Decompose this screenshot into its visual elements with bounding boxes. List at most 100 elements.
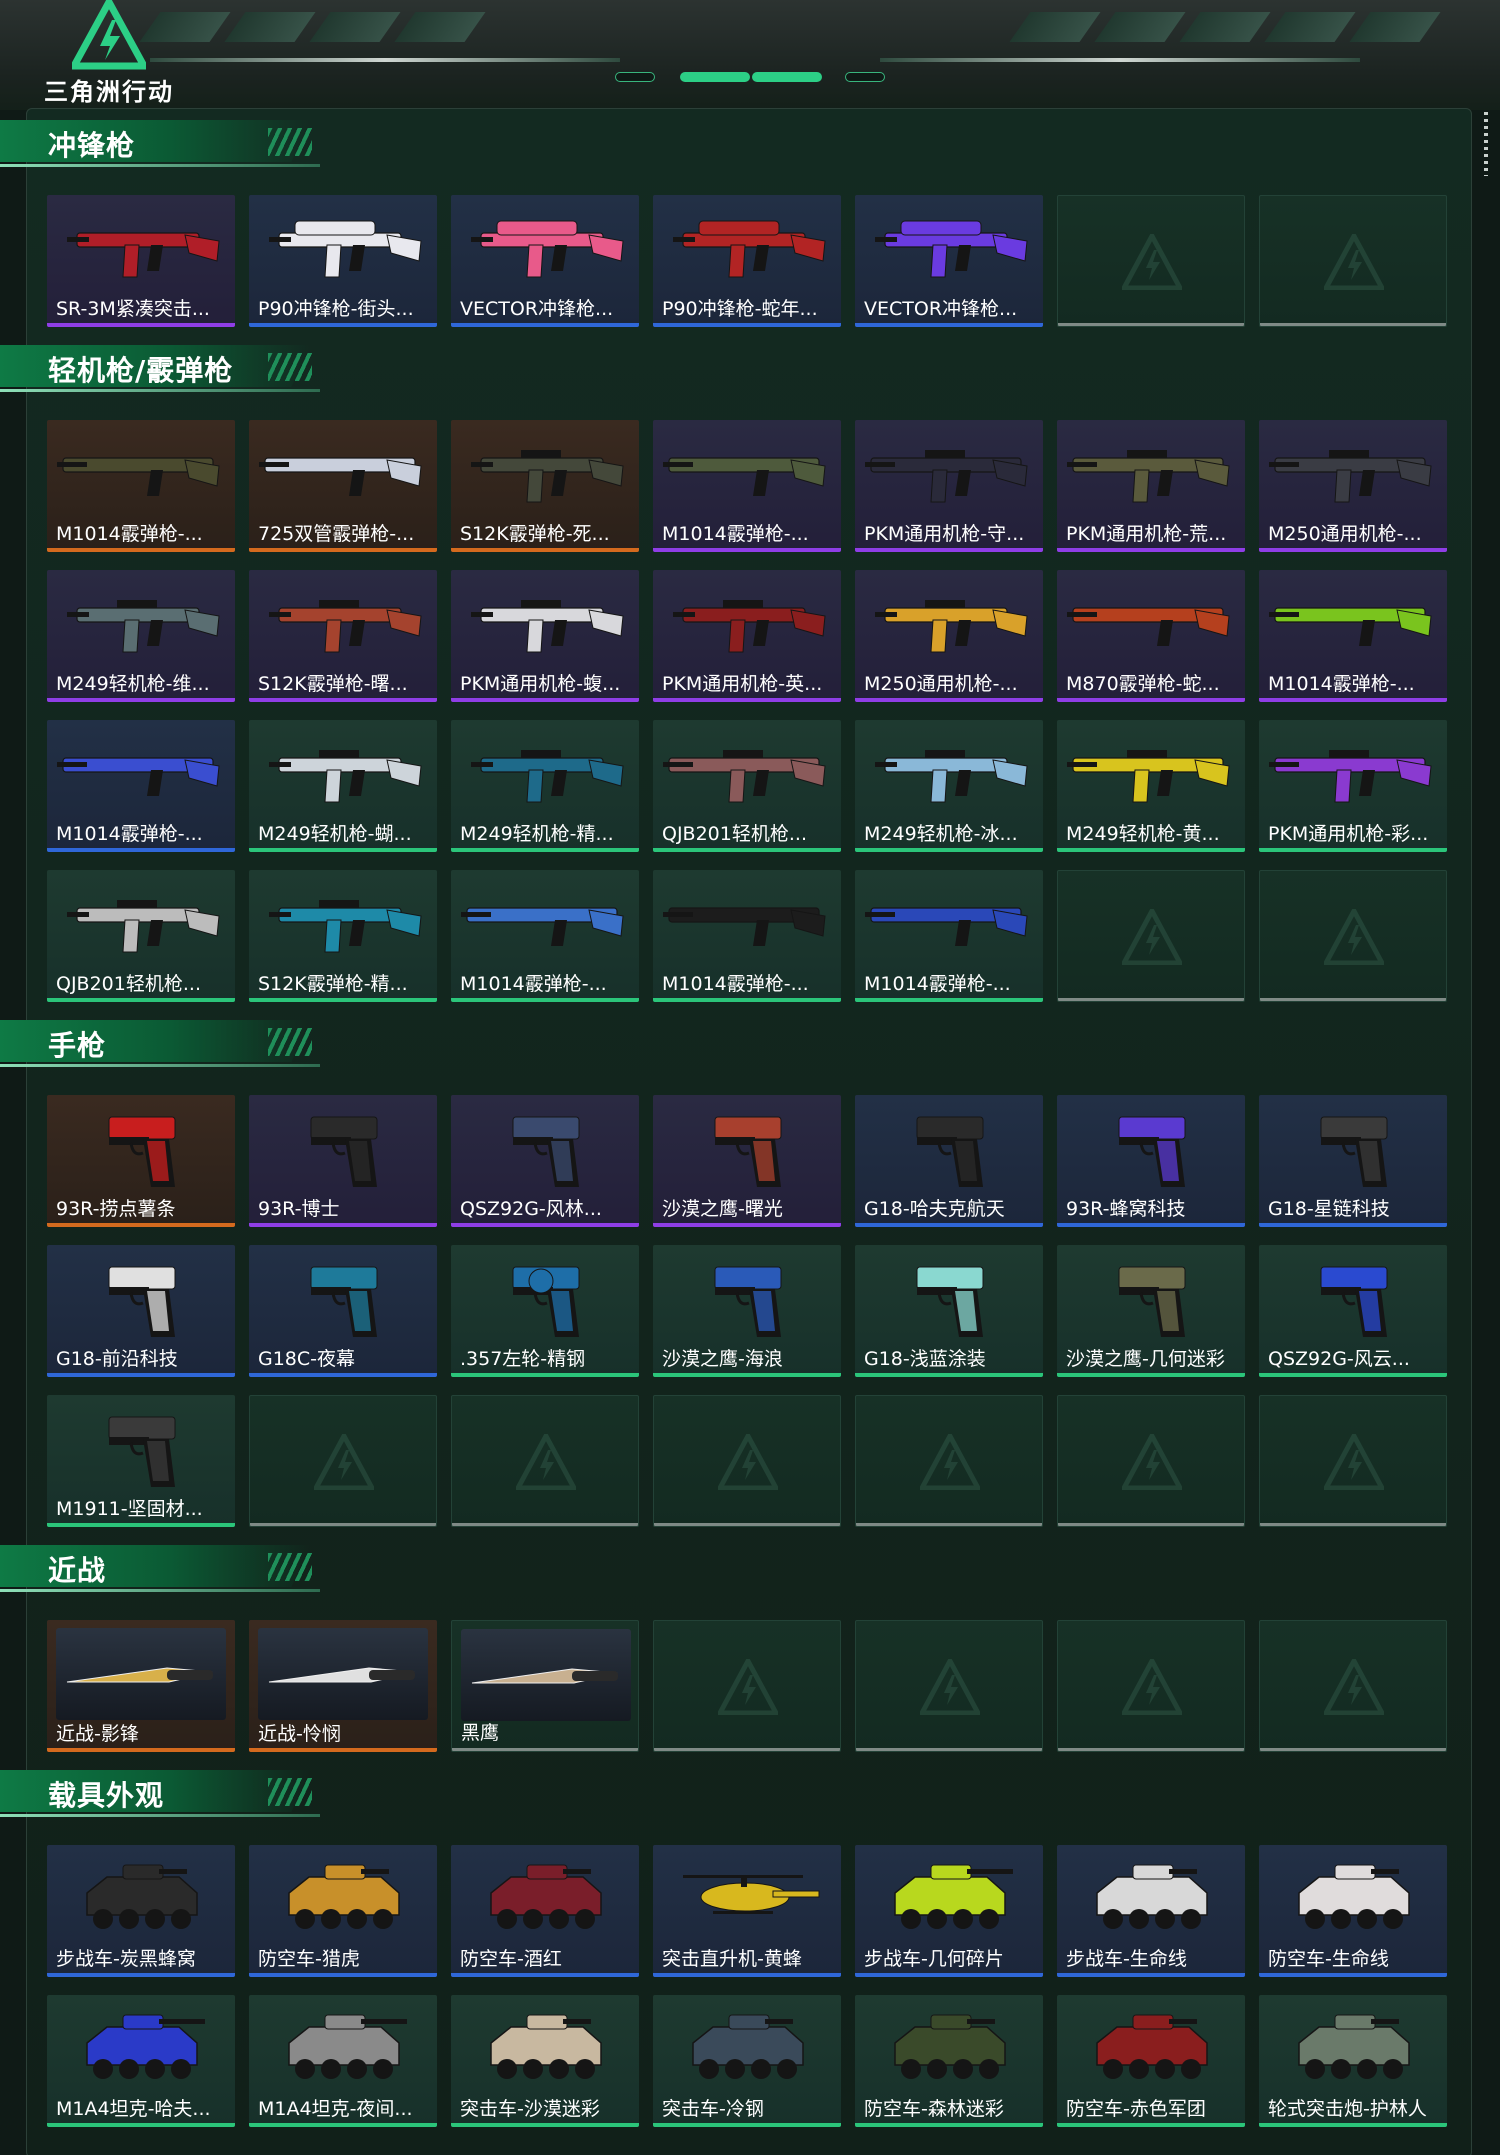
skin-card[interactable]: QJB201轻机枪... bbox=[47, 870, 235, 1002]
skin-card[interactable]: S12K霰弹枪-精... bbox=[249, 870, 437, 1002]
header-stripe bbox=[1094, 12, 1186, 42]
skin-card[interactable]: M1014霰弹枪-... bbox=[653, 420, 841, 552]
skin-card[interactable]: G18-哈夫克航天 bbox=[855, 1095, 1043, 1227]
skin-card[interactable]: 突击直升机-黄蜂 bbox=[653, 1845, 841, 1977]
skin-card[interactable]: 步战车-几何碎片 bbox=[855, 1845, 1043, 1977]
skin-card[interactable]: S12K霰弹枪-曙... bbox=[249, 570, 437, 702]
skin-card[interactable]: M1014霰弹枪-... bbox=[47, 720, 235, 852]
skin-card[interactable]: 突击车-冷钢 bbox=[653, 1995, 841, 2127]
ifv-skin-icon bbox=[894, 2014, 1006, 2079]
watermark-logo-icon bbox=[1324, 909, 1384, 965]
vector-skin-icon bbox=[875, 220, 1028, 278]
skin-card[interactable]: M1014霰弹枪-... bbox=[855, 870, 1043, 1002]
skin-card[interactable]: M870霰弹枪-蛇... bbox=[1057, 570, 1245, 702]
header-stripe bbox=[309, 12, 401, 42]
skin-card[interactable]: G18-前沿科技 bbox=[47, 1245, 235, 1377]
rarity-stripe bbox=[47, 1373, 235, 1377]
skin-card[interactable]: 防空车-生命线 bbox=[1259, 1845, 1447, 1977]
rarity-stripe bbox=[250, 1523, 436, 1526]
skin-card[interactable]: PKM通用机枪-守... bbox=[855, 420, 1043, 552]
skin-card[interactable]: 防空车-赤色军团 bbox=[1057, 1995, 1245, 2127]
skin-card[interactable]: G18-星链科技 bbox=[1259, 1095, 1447, 1227]
skin-card[interactable]: SR-3M紧凑突击... bbox=[47, 195, 235, 327]
skin-card[interactable]: 近战-影锋 bbox=[47, 1620, 235, 1752]
skin-card[interactable]: S12K霰弹枪-死... bbox=[451, 420, 639, 552]
skin-card[interactable]: M1014霰弹枪-... bbox=[653, 870, 841, 1002]
header-stripe bbox=[1264, 12, 1356, 42]
skin-card[interactable]: 步战车-炭黑蜂窝 bbox=[47, 1845, 235, 1977]
skin-card[interactable]: 黑鹰 bbox=[451, 1620, 639, 1752]
skin-card[interactable]: 防空车-猎虎 bbox=[249, 1845, 437, 1977]
skin-card[interactable]: PKM通用机枪-荒... bbox=[1057, 420, 1245, 552]
skin-card[interactable]: 725双管霰弹枪-... bbox=[249, 420, 437, 552]
scrollbar[interactable] bbox=[1484, 112, 1488, 176]
rarity-stripe bbox=[653, 1973, 841, 1977]
skin-card[interactable]: P90冲锋枪-蛇年... bbox=[653, 195, 841, 327]
skin-card[interactable]: 防空车-酒红 bbox=[451, 1845, 639, 1977]
pistol-skin-icon bbox=[714, 1116, 782, 1187]
skin-card[interactable]: 轮式突击炮-护林人 bbox=[1259, 1995, 1447, 2127]
skin-card[interactable]: 沙漠之鹰-几何迷彩 bbox=[1057, 1245, 1245, 1377]
skin-card[interactable]: G18-浅蓝涂装 bbox=[855, 1245, 1043, 1377]
skin-card[interactable]: 沙漠之鹰-曙光 bbox=[653, 1095, 841, 1227]
skin-name: M250通用机枪-... bbox=[1268, 523, 1422, 545]
skin-card[interactable]: 近战-怜悯 bbox=[249, 1620, 437, 1752]
skin-card[interactable]: 93R-捞点薯条 bbox=[47, 1095, 235, 1227]
empty-slot bbox=[1057, 870, 1245, 1002]
skin-card[interactable]: M1014霰弹枪-... bbox=[1259, 570, 1447, 702]
skin-card[interactable]: QSZ92G-风云... bbox=[1259, 1245, 1447, 1377]
pistol-skin-icon bbox=[714, 1266, 782, 1337]
skin-card[interactable]: PKM通用机枪-彩... bbox=[1259, 720, 1447, 852]
skin-card[interactable]: VECTOR冲锋枪... bbox=[451, 195, 639, 327]
skin-card[interactable]: M1014霰弹枪-... bbox=[47, 420, 235, 552]
skin-name: M249轻机枪-蝴... bbox=[258, 823, 412, 845]
skin-card[interactable]: M249轻机枪-黄... bbox=[1057, 720, 1245, 852]
skin-card[interactable]: VECTOR冲锋枪... bbox=[855, 195, 1043, 327]
pistol-skin-icon bbox=[310, 1116, 378, 1187]
skin-card[interactable]: M1911-坚固材... bbox=[47, 1395, 235, 1527]
shotgun-skin-icon bbox=[865, 907, 1028, 946]
page-indicator-active[interactable] bbox=[680, 72, 750, 82]
skin-card[interactable]: QJB201轻机枪... bbox=[653, 720, 841, 852]
rarity-stripe bbox=[452, 1748, 638, 1751]
skin-card[interactable]: 93R-博士 bbox=[249, 1095, 437, 1227]
skin-card[interactable]: 突击车-沙漠迷彩 bbox=[451, 1995, 639, 2127]
page-indicator[interactable] bbox=[615, 72, 655, 82]
skin-card[interactable]: 防空车-森林迷彩 bbox=[855, 1995, 1043, 2127]
skin-card[interactable]: G18C-夜幕 bbox=[249, 1245, 437, 1377]
skin-card[interactable]: M1A4坦克-哈夫... bbox=[47, 1995, 235, 2127]
skin-name: 沙漠之鹰-海浪 bbox=[662, 1348, 783, 1370]
pistol-skin-icon bbox=[916, 1266, 984, 1337]
skin-name: 沙漠之鹰-曙光 bbox=[662, 1198, 783, 1220]
skin-card[interactable]: 步战车-生命线 bbox=[1057, 1845, 1245, 1977]
rifle-skin-icon bbox=[269, 900, 422, 953]
skin-card[interactable]: .357左轮-精钢 bbox=[451, 1245, 639, 1377]
rarity-stripe bbox=[654, 1523, 840, 1526]
skin-card[interactable]: M1014霰弹枪-... bbox=[451, 870, 639, 1002]
skin-name: 步战车-生命线 bbox=[1066, 1948, 1187, 1970]
skin-card[interactable]: PKM通用机枪-英... bbox=[653, 570, 841, 702]
rarity-stripe bbox=[47, 1748, 235, 1752]
skin-card[interactable]: M249轻机枪-精... bbox=[451, 720, 639, 852]
skin-card[interactable]: M250通用机枪-... bbox=[855, 570, 1043, 702]
knife-skin-icon bbox=[66, 1667, 213, 1683]
skin-card[interactable]: M249轻机枪-维... bbox=[47, 570, 235, 702]
skin-card[interactable]: PKM通用机枪-蝮... bbox=[451, 570, 639, 702]
page-indicator[interactable] bbox=[845, 72, 885, 82]
skin-card[interactable]: M249轻机枪-蝴... bbox=[249, 720, 437, 852]
skin-name: M249轻机枪-冰... bbox=[864, 823, 1018, 845]
rarity-stripe bbox=[654, 1748, 840, 1751]
skin-card[interactable]: M1A4坦克-夜间... bbox=[249, 1995, 437, 2127]
skin-card[interactable]: M249轻机枪-冰... bbox=[855, 720, 1043, 852]
skin-card[interactable]: 沙漠之鹰-海浪 bbox=[653, 1245, 841, 1377]
rarity-stripe bbox=[855, 2123, 1043, 2127]
skin-name: QJB201轻机枪... bbox=[56, 973, 201, 995]
rifle-skin-icon bbox=[471, 450, 624, 503]
skin-card[interactable]: M250通用机枪-... bbox=[1259, 420, 1447, 552]
pistol-skin-icon bbox=[108, 1416, 176, 1487]
page-indicator-active[interactable] bbox=[752, 72, 822, 82]
skin-name: M249轻机枪-维... bbox=[56, 673, 210, 695]
skin-card[interactable]: QSZ92G-风林... bbox=[451, 1095, 639, 1227]
skin-card[interactable]: P90冲锋枪-街头... bbox=[249, 195, 437, 327]
skin-card[interactable]: 93R-蜂窝科技 bbox=[1057, 1095, 1245, 1227]
